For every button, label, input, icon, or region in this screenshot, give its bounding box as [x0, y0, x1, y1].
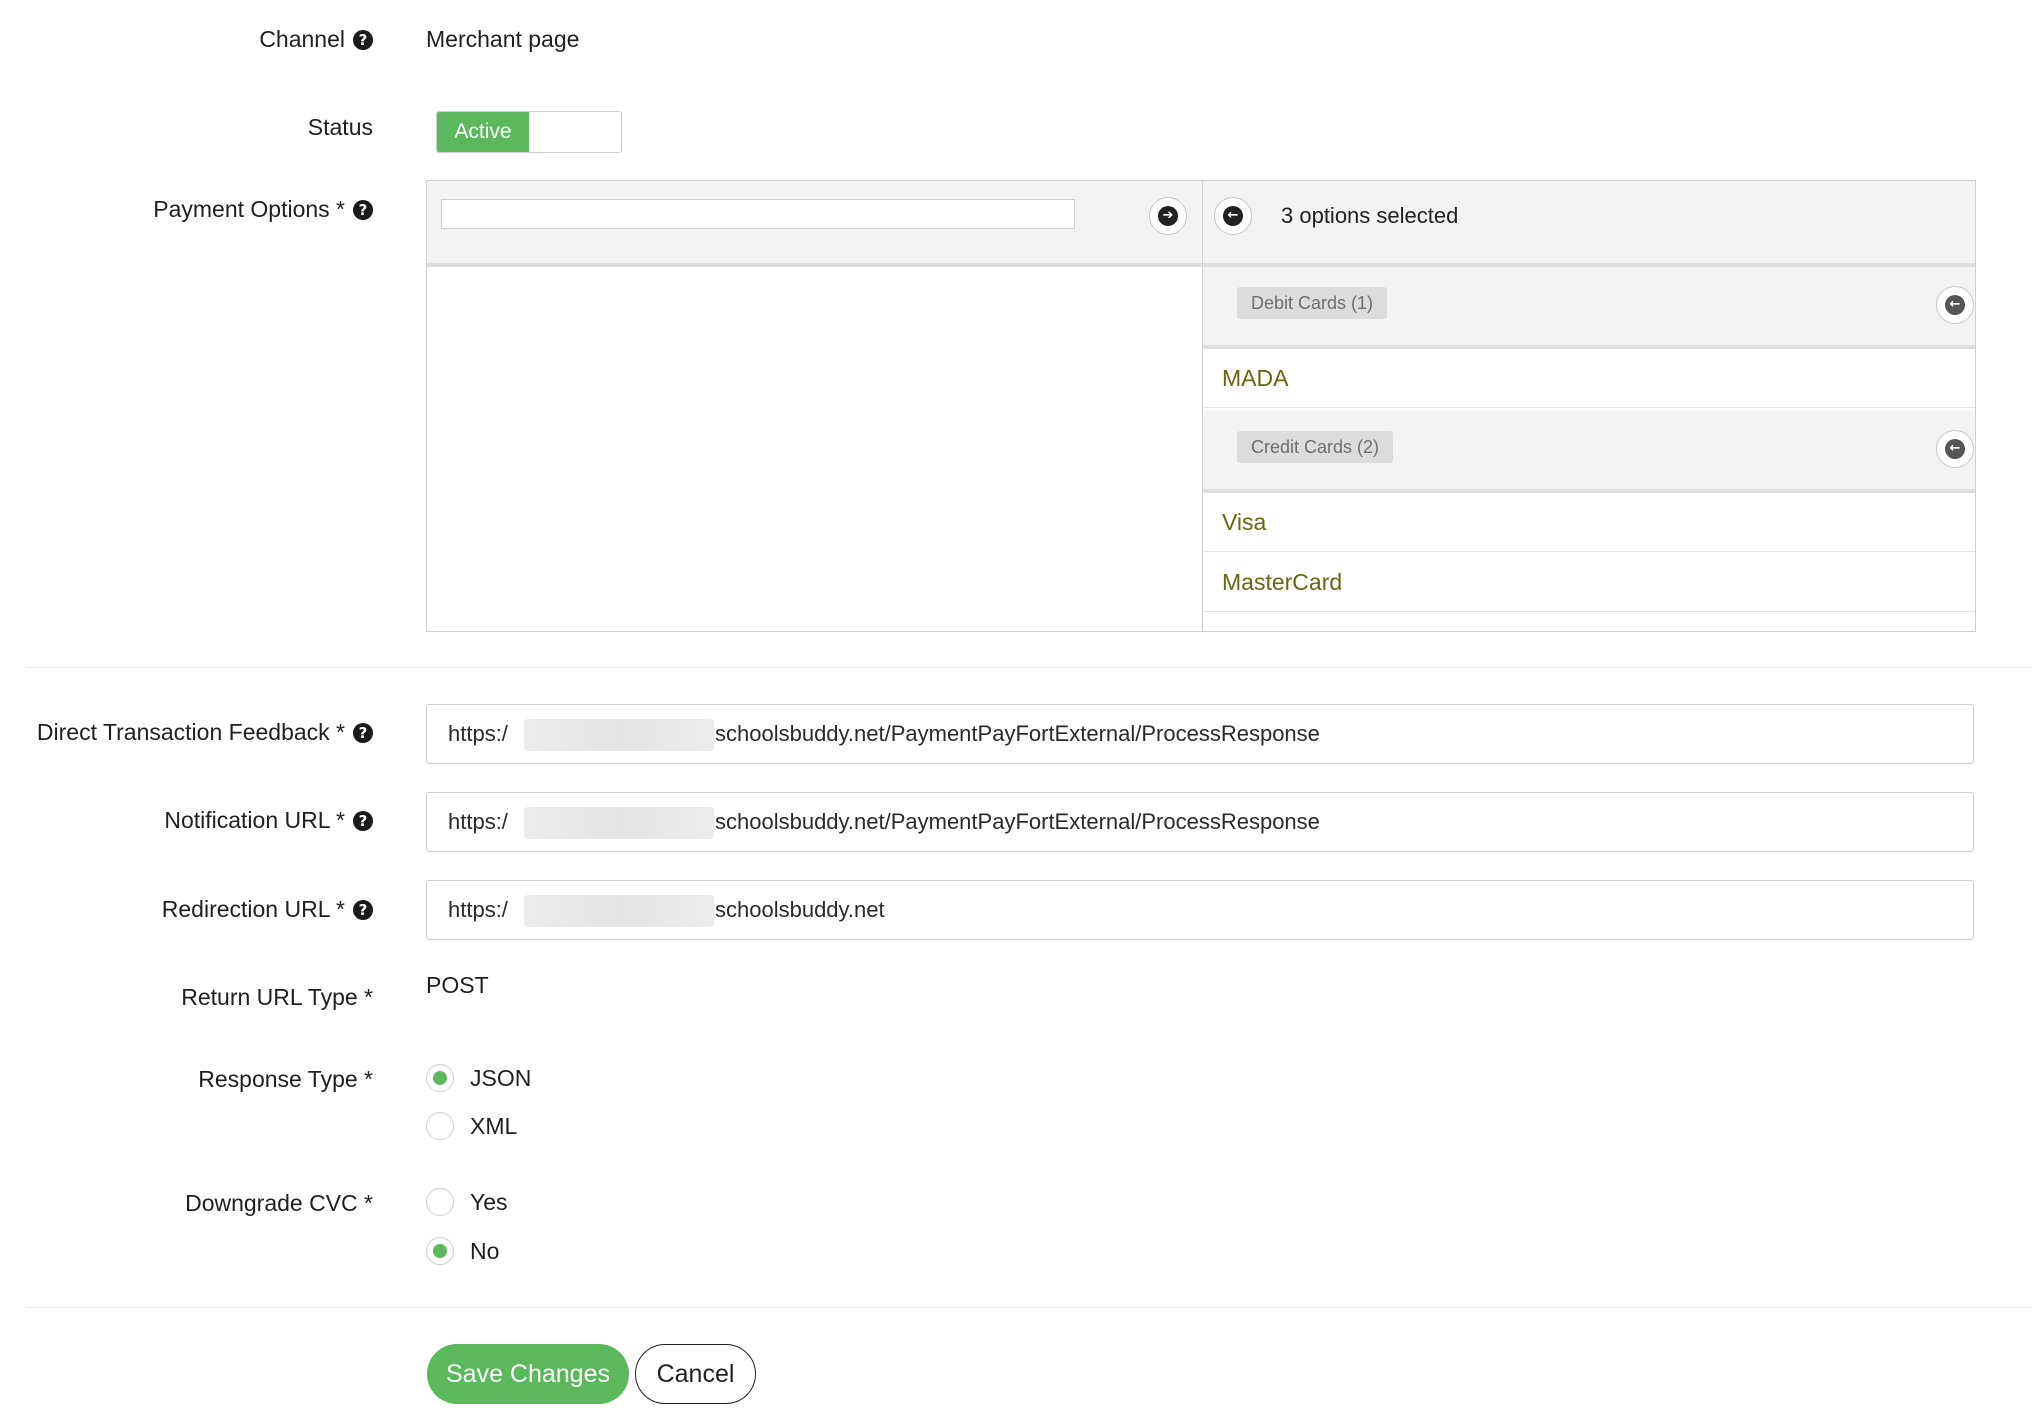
radio-button[interactable]	[426, 1064, 454, 1092]
help-icon[interactable]: ?	[353, 810, 373, 831]
options-search-input[interactable]	[441, 199, 1075, 229]
cancel-button[interactable]: Cancel	[635, 1344, 756, 1404]
return-url-type-label: Return URL Type *	[181, 984, 373, 1010]
channel-label: Channel ?	[259, 26, 373, 53]
notification-url-input[interactable]: https:/ schoolsbuddy.net/PaymentPayFortE…	[426, 792, 1974, 852]
help-icon[interactable]: ?	[353, 899, 373, 920]
help-icon[interactable]: ?	[353, 199, 373, 220]
group-badge: Debit Cards (1)	[1237, 287, 1388, 319]
return-url-type-value: POST	[426, 972, 489, 998]
arrow-left-circle-icon: ←	[1223, 206, 1243, 226]
notification-url-label: Notification URL * ?	[164, 807, 373, 834]
radio-button[interactable]	[426, 1112, 454, 1140]
radio-button[interactable]	[426, 1237, 454, 1265]
option-item[interactable]: Visa	[1203, 493, 1975, 552]
save-changes-button[interactable]: Save Changes	[427, 1344, 629, 1404]
selected-options-header: ← 3 options selected	[1203, 181, 1975, 267]
arrow-right-circle-icon: ➔	[1158, 206, 1178, 226]
remove-group-button[interactable]: ←	[1936, 286, 1974, 324]
radio-button[interactable]	[426, 1188, 454, 1216]
payment-settings-form: Channel ? Merchant page Status Active Pa…	[0, 0, 2032, 1418]
status-toggle[interactable]: Active	[436, 111, 622, 153]
option-item[interactable]: MADA	[1203, 349, 1975, 408]
response-type-label: Response Type *	[198, 1066, 373, 1092]
redacted-area	[524, 719, 714, 751]
available-options-pane: ➔	[427, 181, 1203, 631]
redirection-url-label: Redirection URL * ?	[162, 896, 373, 923]
status-label: Status	[307, 114, 373, 140]
available-options-header: ➔	[427, 181, 1202, 267]
help-icon[interactable]: ?	[353, 722, 373, 743]
response-type-xml[interactable]: XML	[426, 1109, 517, 1143]
remove-group-button[interactable]: ←	[1936, 430, 1974, 468]
response-type-json[interactable]: JSON	[426, 1061, 531, 1095]
redacted-area	[524, 807, 714, 839]
downgrade-cvc-no[interactable]: No	[426, 1234, 499, 1268]
payment-options-label: Payment Options * ?	[153, 196, 373, 223]
move-all-right-button[interactable]: ➔	[1149, 197, 1187, 235]
payment-options-dual-list: ➔ ← 3 options selected Debit Cards (1) ←…	[426, 180, 1976, 632]
arrow-left-circle-icon: ←	[1945, 439, 1965, 459]
direct-feedback-input[interactable]: https:/ schoolsbuddy.net/PaymentPayFortE…	[426, 704, 1974, 764]
section-divider	[26, 1307, 2032, 1308]
help-icon[interactable]: ?	[353, 29, 373, 50]
option-group-credit: Credit Cards (2) ←	[1203, 411, 1975, 493]
downgrade-cvc-yes[interactable]: Yes	[426, 1185, 508, 1219]
channel-value: Merchant page	[426, 26, 580, 52]
group-badge: Credit Cards (2)	[1237, 431, 1394, 463]
option-item[interactable]: MasterCard	[1203, 553, 1975, 612]
section-divider	[26, 667, 2032, 668]
selected-options-pane: ← 3 options selected Debit Cards (1) ← M…	[1203, 181, 1975, 631]
status-toggle-on: Active	[437, 112, 529, 152]
option-group-debit: Debit Cards (1) ←	[1203, 267, 1975, 349]
move-all-left-button[interactable]: ←	[1214, 197, 1252, 235]
direct-feedback-label: Direct Transaction Feedback * ?	[37, 719, 373, 746]
downgrade-cvc-label: Downgrade CVC *	[185, 1190, 373, 1216]
redacted-area	[524, 895, 714, 927]
selected-count: 3 options selected	[1281, 203, 1459, 228]
arrow-left-circle-icon: ←	[1945, 295, 1965, 315]
redirection-url-input[interactable]: https:/ schoolsbuddy.net	[426, 880, 1974, 940]
